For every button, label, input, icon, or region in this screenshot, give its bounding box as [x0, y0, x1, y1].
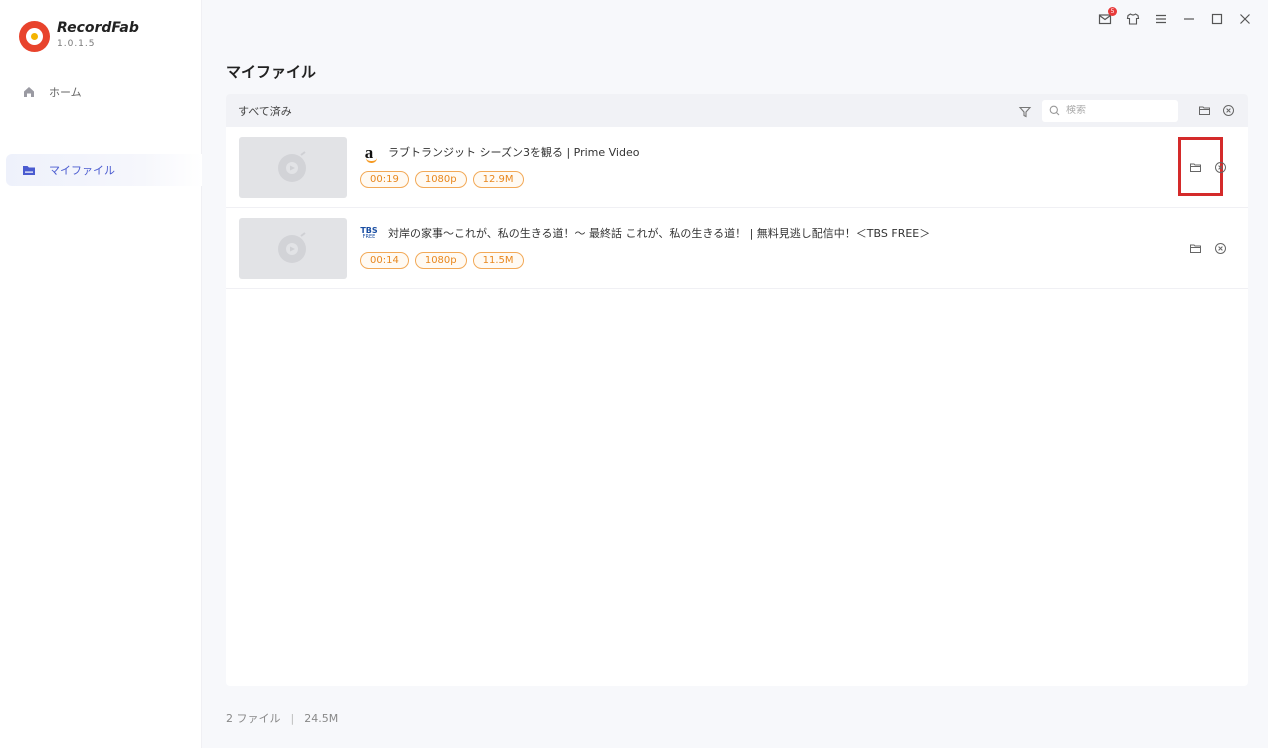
video-placeholder-icon — [278, 232, 306, 263]
open-folder-all-button[interactable] — [1196, 103, 1212, 119]
delete-file-button[interactable] — [1212, 159, 1228, 175]
maximize-icon — [1211, 13, 1223, 25]
file-list-toolbar: すべて済み — [226, 94, 1248, 127]
size-badge: 11.5M — [472, 252, 524, 269]
amazon-logo-icon: a — [364, 142, 377, 163]
folder-open-icon — [1189, 163, 1201, 172]
sidebar-item-label: マイファイル — [49, 164, 115, 177]
filter-icon[interactable] — [1018, 104, 1032, 118]
maximize-button[interactable] — [1208, 10, 1226, 28]
page-title: マイファイル — [226, 63, 317, 81]
folder-open-icon — [1189, 244, 1201, 253]
recordfab-logo-icon — [19, 21, 50, 52]
sidebar-item-home[interactable]: ホーム — [0, 76, 202, 108]
file-title: 対岸の家事～これが、私の生きる道！～ 最終話 これが、私の生きる道！ | 無料見… — [388, 227, 931, 240]
window-controls: 5 — [1096, 7, 1254, 28]
delete-file-button[interactable] — [1212, 240, 1228, 256]
menu-button[interactable] — [1152, 10, 1170, 28]
duration-badge: 00:14 — [360, 252, 409, 269]
main-area: 5 マイファイル すべて済み 検索 a ラブトランジット シーズン3を観る | … — [202, 0, 1268, 748]
status-filter-label: すべて済み — [238, 104, 292, 118]
app-logo: RecordFab 1.0.1.5 — [19, 21, 139, 52]
sidebar-nav: ホーム マイファイル — [0, 76, 202, 186]
close-icon — [1240, 14, 1250, 24]
size-badge: 12.9M — [472, 171, 524, 188]
search-box — [1042, 99, 1178, 122]
video-thumbnail — [239, 136, 347, 198]
menu-icon — [1156, 14, 1166, 24]
minimize-icon — [1184, 18, 1194, 20]
video-thumbnail — [239, 217, 347, 279]
close-circle-icon — [1214, 161, 1226, 173]
close-circle-icon — [1214, 242, 1226, 254]
resolution-badge: 1080p — [414, 252, 467, 269]
shirt-icon — [1126, 13, 1140, 25]
close-circle-icon — [1222, 105, 1234, 116]
notification-badge: 5 — [1108, 7, 1117, 16]
sidebar-item-my-files[interactable]: マイファイル — [6, 154, 202, 186]
sidebar: RecordFab 1.0.1.5 ホーム マイファイル — [0, 0, 202, 748]
home-icon — [22, 85, 36, 99]
open-folder-button[interactable] — [1187, 159, 1203, 175]
minimize-button[interactable] — [1180, 10, 1198, 28]
sidebar-item-label: ホーム — [49, 86, 82, 99]
notification-button[interactable]: 5 — [1096, 7, 1117, 28]
file-row[interactable]: a ラブトランジット シーズン3を観る | Prime Video 00:19 … — [226, 127, 1248, 208]
duration-badge: 00:19 — [360, 171, 409, 188]
file-count: 2 ファイル — [226, 712, 281, 725]
close-window-button[interactable] — [1236, 10, 1254, 28]
file-list-panel: すべて済み 検索 a ラブトランジット シーズン3を観る | Prime Vid… — [226, 94, 1248, 686]
folder-icon — [22, 163, 36, 177]
app-version: 1.0.1.5 — [57, 39, 96, 49]
total-size: 24.5M — [304, 711, 339, 725]
footer-divider: | — [290, 711, 295, 725]
file-title: ラブトランジット シーズン3を観る | Prime Video — [388, 146, 640, 159]
file-row[interactable]: TBS FREE 対岸の家事～これが、私の生きる道！～ 最終話 これが、私の生きる… — [226, 208, 1248, 289]
delete-all-button[interactable] — [1220, 103, 1236, 119]
app-window: RecordFab 1.0.1.5 ホーム マイファイル 5 マイファイル すべ… — [0, 0, 1268, 748]
app-name: RecordFab — [57, 20, 139, 36]
resolution-badge: 1080p — [414, 171, 467, 188]
theme-button[interactable] — [1124, 10, 1142, 28]
status-footer: 2 ファイル | 24.5M — [226, 710, 338, 726]
video-placeholder-icon — [278, 151, 306, 182]
tbs-logo-icon: TBS FREE — [360, 225, 378, 240]
search-icon — [1049, 105, 1060, 116]
search-input[interactable] — [1066, 105, 1174, 116]
open-folder-button[interactable] — [1187, 240, 1203, 256]
folder-open-icon — [1198, 106, 1210, 115]
